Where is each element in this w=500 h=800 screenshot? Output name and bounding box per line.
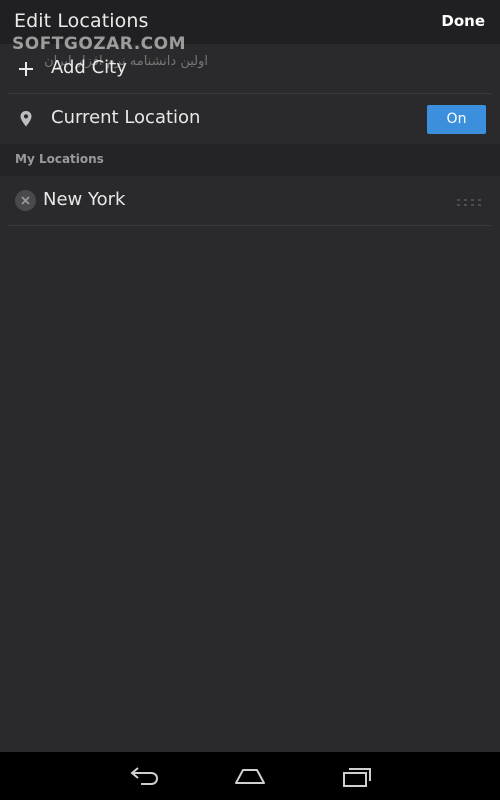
current-location-label: Current Location xyxy=(51,107,201,128)
action-bar: Edit Locations Done xyxy=(0,0,500,44)
page-title: Edit Locations xyxy=(14,10,149,32)
my-locations-section-header: My Locations xyxy=(0,144,500,176)
section-label: My Locations xyxy=(15,152,104,166)
drag-handle-icon[interactable] xyxy=(456,194,486,206)
current-location-toggle[interactable]: On xyxy=(427,105,486,134)
back-icon[interactable] xyxy=(127,764,161,788)
remove-icon[interactable] xyxy=(15,190,36,211)
location-label: New York xyxy=(43,189,126,210)
done-button[interactable]: Done xyxy=(441,12,485,30)
current-location-row: Current Location On xyxy=(0,94,500,144)
divider xyxy=(8,225,492,226)
location-item[interactable]: New York xyxy=(0,176,500,226)
system-navigation-bar xyxy=(0,752,500,800)
edit-locations-screen: Edit Locations Done Add City Current Loc… xyxy=(0,0,500,752)
recents-icon[interactable] xyxy=(340,764,374,788)
add-city-row[interactable]: Add City xyxy=(0,44,500,94)
home-icon[interactable] xyxy=(233,764,267,788)
plus-icon xyxy=(16,59,36,79)
add-city-label: Add City xyxy=(51,57,127,78)
map-pin-icon xyxy=(16,109,36,129)
